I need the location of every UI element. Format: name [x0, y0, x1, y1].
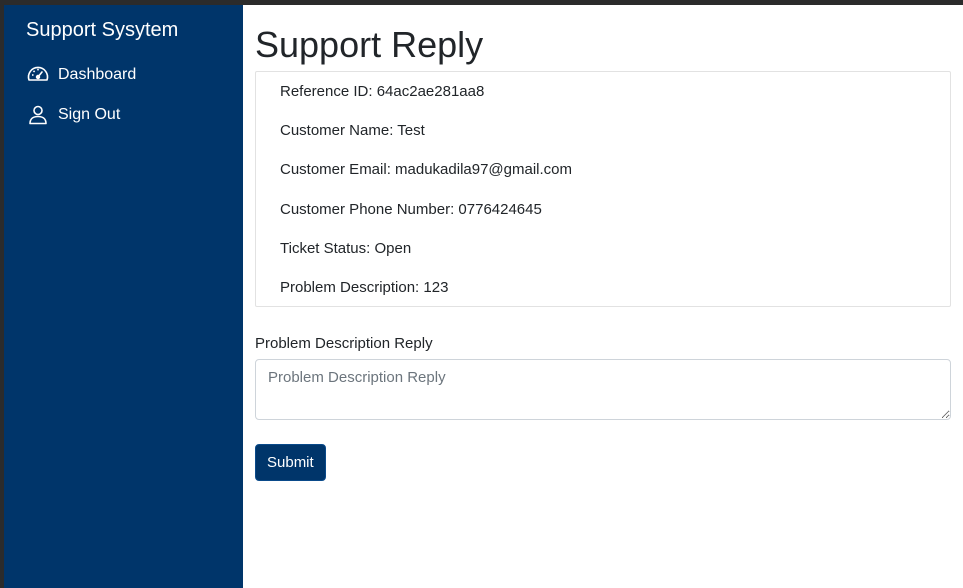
main-content: Support Reply Reference ID: 64ac2ae281aa… — [243, 5, 963, 588]
sidebar-item-dashboard[interactable]: Dashboard — [26, 63, 243, 87]
sidebar-item-label: Dashboard — [58, 66, 137, 83]
reply-textarea[interactable] — [255, 359, 951, 420]
reference-id: Reference ID: 64ac2ae281aa8 — [280, 83, 485, 100]
person-icon — [26, 103, 50, 127]
ticket-details: Reference ID: 64ac2ae281aa8 Customer Nam… — [255, 71, 951, 307]
sidebar-item-sign-out[interactable]: Sign Out — [26, 103, 243, 127]
customer-email: Customer Email: madukadila97@gmail.com — [280, 161, 573, 179]
sidebar: Support Sysytem Dashboard Sign Out — [0, 5, 243, 588]
customer-phone: Customer Phone Number: 0776424645 — [280, 200, 542, 218]
app-window: Support Sysytem Dashboard Sign Out Suppo… — [0, 5, 963, 588]
ticket-status: Ticket Status: Open — [280, 239, 412, 257]
problem-description: Problem Description: 123 — [280, 278, 449, 296]
sidebar-item-label: Sign Out — [58, 106, 121, 123]
customer-name: Customer Name: Test — [280, 122, 425, 140]
reply-label: Problem Description Reply — [255, 335, 433, 352]
brand-title[interactable]: Support Sysytem — [26, 17, 243, 43]
page-title: Support Reply — [255, 24, 484, 65]
speedometer-icon — [26, 63, 50, 87]
submit-button[interactable]: Submit — [255, 444, 326, 481]
